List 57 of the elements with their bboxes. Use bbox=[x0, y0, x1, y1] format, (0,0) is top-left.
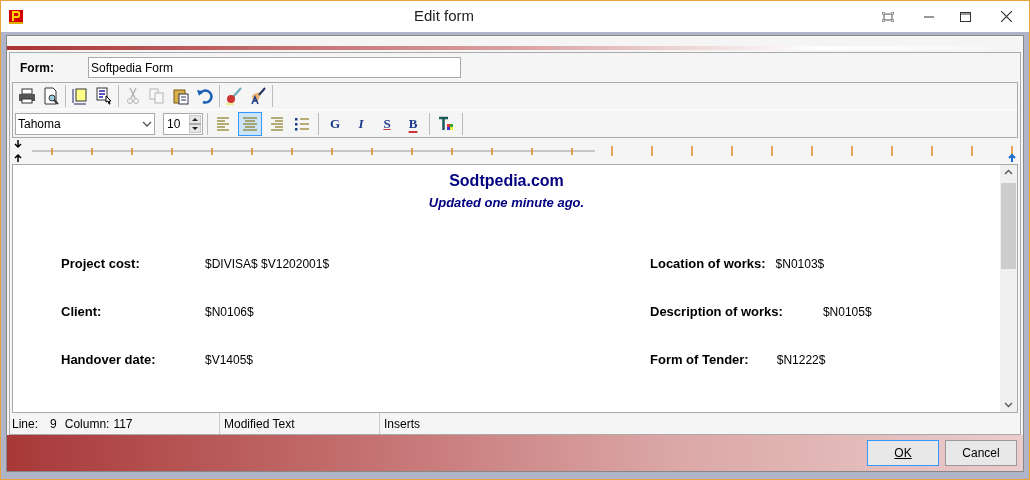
undo-icon bbox=[196, 87, 214, 105]
scrollbar-thumb[interactable] bbox=[1001, 183, 1016, 269]
bullet-list-icon bbox=[294, 115, 310, 132]
font-size-spinner[interactable]: 10 bbox=[163, 112, 203, 135]
spin-arrows-icon bbox=[189, 114, 201, 133]
status-text: Line: bbox=[12, 415, 39, 433]
window-title: Edit form bbox=[413, 6, 475, 27]
chevron-down-icon bbox=[142, 120, 152, 127]
template-variable: $DIVISA$ $V1202001$ bbox=[205, 256, 331, 273]
template-variable: $N0103$ bbox=[775, 256, 825, 273]
brush-icon bbox=[225, 87, 243, 105]
field-label: Handover date: bbox=[61, 351, 157, 370]
field-label: Project cost: bbox=[61, 255, 141, 274]
text-color-icon bbox=[438, 115, 454, 132]
clipboard-icon bbox=[172, 87, 190, 105]
dialog-button[interactable]: OK bbox=[867, 440, 939, 466]
close-icon bbox=[1000, 11, 1012, 22]
align-center-icon bbox=[242, 115, 258, 132]
align-left-icon bbox=[216, 115, 232, 132]
page-setup-icon bbox=[71, 87, 89, 105]
bold-button[interactable]: G bbox=[323, 111, 347, 136]
fullscreen-icon bbox=[882, 11, 894, 22]
maximize-icon bbox=[959, 11, 971, 22]
template-variable: $N1222$ bbox=[776, 352, 826, 369]
font-dropdown[interactable]: Tahoma bbox=[15, 112, 155, 135]
align-right-icon bbox=[268, 115, 284, 132]
vertical-scrollbar[interactable] bbox=[1000, 165, 1017, 412]
status-text: Inserts bbox=[384, 416, 420, 431]
template-variable: $N0105$ bbox=[822, 304, 872, 321]
status-text: 117 bbox=[113, 415, 133, 433]
copy-icon bbox=[148, 87, 166, 105]
italic-button[interactable]: I bbox=[349, 111, 373, 136]
field-label: Form of Tender: bbox=[650, 351, 749, 370]
field-label: Location of works: bbox=[650, 255, 766, 274]
field-label: Description of works: bbox=[650, 303, 783, 322]
form-name-field[interactable]: Softpedia Form bbox=[88, 57, 461, 78]
status-text: 9 bbox=[50, 415, 57, 433]
status-text: Modified Text bbox=[224, 415, 295, 433]
scroll-down-icon bbox=[1004, 402, 1013, 408]
document-pointer-icon bbox=[95, 87, 113, 105]
app-logo-icon bbox=[9, 9, 23, 24]
document-heading: Sodtpedia.com bbox=[449, 171, 564, 191]
preview-icon bbox=[42, 87, 60, 105]
minimize-icon bbox=[924, 15, 934, 18]
field-label: Client: bbox=[61, 303, 103, 322]
status-text: Column: bbox=[64, 415, 110, 433]
strike-button[interactable]: B bbox=[401, 111, 425, 136]
form-label: Form: bbox=[20, 59, 55, 77]
template-variable: $V1405$ bbox=[205, 352, 255, 369]
dialog-button[interactable]: Cancel bbox=[945, 440, 1017, 466]
pen-hand-icon bbox=[249, 87, 267, 105]
template-variable: $N0106$ bbox=[205, 304, 255, 321]
scissors-icon bbox=[124, 87, 142, 105]
document-subheading: Updated one minute ago. bbox=[428, 194, 585, 212]
underline-button[interactable]: S bbox=[375, 111, 399, 136]
scroll-up-icon bbox=[1004, 169, 1013, 175]
printer-icon bbox=[18, 87, 36, 105]
